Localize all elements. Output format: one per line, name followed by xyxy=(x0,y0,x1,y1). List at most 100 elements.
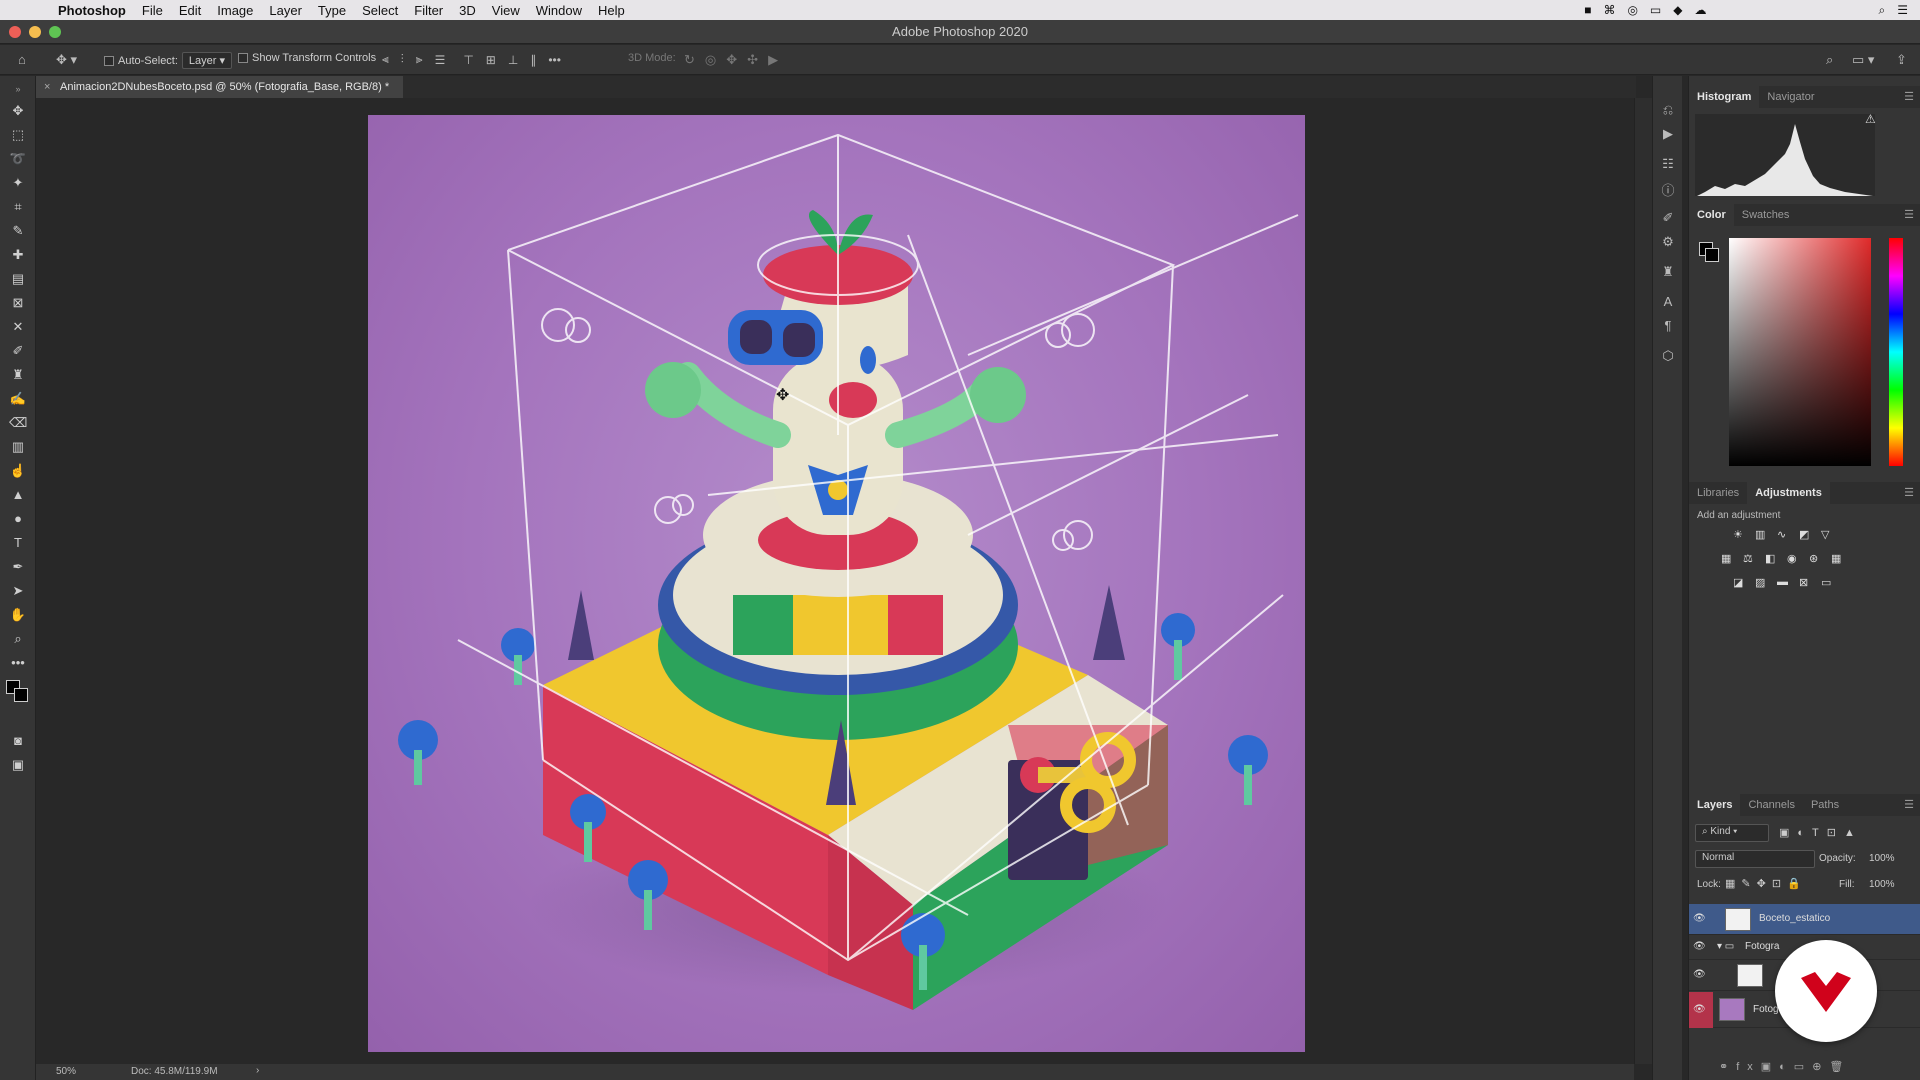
lock-icons[interactable]: ▦✎✥⊡🔒 xyxy=(1725,877,1807,890)
cloud-icon[interactable]: ☁ xyxy=(1695,3,1707,17)
3d-camera-icon[interactable]: ▶ xyxy=(768,52,778,68)
menu-edit[interactable]: Edit xyxy=(171,3,209,18)
tab-color[interactable]: Color xyxy=(1689,204,1734,226)
minimize-window-button[interactable] xyxy=(29,26,41,38)
dodge-tool-icon[interactable]: ● xyxy=(9,510,27,528)
info-panel-icon[interactable]: ⓘ xyxy=(1660,180,1676,198)
layer-row-boceto[interactable]: 👁 Boceto_estatico xyxy=(1689,904,1920,935)
photo-filter-icon[interactable]: ◉ xyxy=(1787,552,1801,565)
tab-histogram[interactable]: Histogram xyxy=(1689,86,1760,108)
share-icon[interactable]: ⇪ xyxy=(1896,52,1907,68)
sharpen-tool-icon[interactable]: ▲ xyxy=(9,486,27,504)
black-white-icon[interactable]: ◧ xyxy=(1765,552,1779,565)
visibility-eye-icon[interactable]: 👁 xyxy=(1693,913,1707,925)
clone-source-icon[interactable]: ♜ xyxy=(1660,264,1676,280)
quick-mask-icon[interactable]: ◙ xyxy=(9,732,27,750)
eraser-tool-icon[interactable]: ⌫ xyxy=(9,414,27,432)
align-center-icon[interactable]: ⫶ xyxy=(401,52,404,67)
patch-tool-icon[interactable]: ▤ xyxy=(9,270,27,288)
menu-filter[interactable]: Filter xyxy=(406,3,451,18)
search-icon[interactable]: ⌕ xyxy=(1826,52,1833,68)
menu-type[interactable]: Type xyxy=(310,3,354,18)
move-tool-preset-icon[interactable]: ✥ ▾ xyxy=(56,52,77,68)
more-options-icon[interactable]: ••• xyxy=(548,53,561,67)
crop-tool-icon[interactable]: ⌗ xyxy=(9,198,27,216)
tab-adjustments[interactable]: Adjustments xyxy=(1747,482,1830,504)
align-middle-icon[interactable]: ⊞ xyxy=(486,53,496,67)
brush-tool-icon[interactable]: ✐ xyxy=(9,342,27,360)
bg-color-chip[interactable] xyxy=(1705,248,1719,262)
creative-cloud-icon[interactable]: ◎ xyxy=(1627,3,1637,17)
keyboard-icon[interactable]: ⌘ xyxy=(1603,3,1615,17)
dropbox-icon[interactable]: ◆ xyxy=(1673,3,1682,17)
history-brush-icon[interactable]: ✍ xyxy=(9,390,27,408)
pen-tool-icon[interactable]: ✒ xyxy=(9,558,27,576)
eyedropper-tool-icon[interactable]: ✎ xyxy=(9,222,27,240)
display-icon[interactable]: ▭ xyxy=(1650,3,1661,17)
zoom-tool-icon[interactable]: ⌕ xyxy=(9,630,27,648)
zoom-level[interactable]: 50% xyxy=(56,1066,76,1077)
screen-mode-icon[interactable]: ▣ xyxy=(9,756,27,774)
close-tab-icon[interactable]: × xyxy=(44,76,50,98)
distribute-icon[interactable]: ☰ xyxy=(435,53,446,67)
color-lookup-icon[interactable]: ▦ xyxy=(1831,552,1845,565)
background-color-swatch[interactable] xyxy=(14,688,28,702)
menu-app-name[interactable]: Photoshop xyxy=(50,3,134,18)
more-tools-icon[interactable]: ••• xyxy=(9,654,27,672)
workspace-icon[interactable]: ▭ ▾ xyxy=(1852,52,1874,68)
auto-select-checkbox[interactable] xyxy=(104,55,114,66)
tab-channels[interactable]: Channels xyxy=(1740,794,1802,816)
close-window-button[interactable] xyxy=(9,26,21,38)
invert-icon[interactable]: ◪ xyxy=(1733,576,1747,589)
tab-swatches[interactable]: Swatches xyxy=(1734,204,1798,226)
threshold-icon[interactable]: ▬ xyxy=(1777,576,1791,588)
stamp-tool-icon[interactable]: ♜ xyxy=(9,366,27,384)
home-icon[interactable]: ⌂ xyxy=(18,52,26,67)
screen-record-icon[interactable]: ■ xyxy=(1584,3,1591,17)
align-left-icon[interactable]: ⫷ xyxy=(382,52,389,67)
levels-icon[interactable]: ▥ xyxy=(1755,528,1769,541)
menu-layer[interactable]: Layer xyxy=(261,3,310,18)
properties-panel-icon[interactable]: ☷ xyxy=(1660,156,1676,172)
hand-tool-icon[interactable]: ✋ xyxy=(9,606,27,624)
brush-settings-icon[interactable]: ✐ xyxy=(1660,210,1676,226)
healing-brush-icon[interactable]: ✚ xyxy=(9,246,27,264)
auto-select-dropdown[interactable]: Layer ▾ xyxy=(181,52,233,69)
lasso-tool-icon[interactable]: ➰ xyxy=(9,150,27,168)
magic-wand-tool-icon[interactable]: ✦ xyxy=(9,174,27,192)
tab-layers[interactable]: Layers xyxy=(1689,794,1741,816)
3d-pan-icon[interactable]: ✥ xyxy=(726,52,737,68)
tab-paths[interactable]: Paths xyxy=(1803,794,1847,816)
color-balance-icon[interactable]: ⚖ xyxy=(1743,552,1757,565)
blend-mode-dropdown[interactable]: Normal xyxy=(1695,850,1815,868)
layer-filter-icons[interactable]: ▣◐T⊡▲ xyxy=(1779,826,1863,839)
collapse-toolbar-icon[interactable]: » xyxy=(9,80,27,98)
character-panel-icon[interactable]: A xyxy=(1660,294,1676,310)
warning-icon[interactable]: ⚠ xyxy=(1865,112,1876,126)
canvas-area[interactable]: ✥ xyxy=(36,98,1634,1064)
menu-window[interactable]: Window xyxy=(528,3,590,18)
brushes-panel-icon[interactable]: ⚙ xyxy=(1660,234,1676,250)
menu-help[interactable]: Help xyxy=(590,3,633,18)
artwork-canvas[interactable]: ✥ xyxy=(368,115,1305,1052)
hue-slider[interactable] xyxy=(1889,238,1903,466)
show-transform-checkbox[interactable] xyxy=(238,53,248,63)
layer-actions[interactable]: ⚭fx▣◐▭⊕🗑 xyxy=(1719,1060,1851,1073)
3d-panel-icon[interactable]: ⬡ xyxy=(1660,348,1676,364)
3d-roll-icon[interactable]: ◎ xyxy=(705,52,716,68)
visibility-eye-icon[interactable]: 👁 xyxy=(1693,969,1707,981)
group-toggle-icon[interactable]: ▾ ▭ xyxy=(1717,941,1734,952)
3d-slide-icon[interactable]: ✣ xyxy=(747,52,758,68)
vibrance-icon[interactable]: ▽ xyxy=(1821,528,1835,541)
menu-3d[interactable]: 3D xyxy=(451,3,484,18)
menu-view[interactable]: View xyxy=(484,3,528,18)
exposure-icon[interactable]: ◩ xyxy=(1799,528,1813,541)
tab-libraries[interactable]: Libraries xyxy=(1689,482,1747,504)
visibility-eye-icon[interactable]: 👁 xyxy=(1693,941,1707,953)
selective-color-icon[interactable]: ⊠ xyxy=(1799,576,1813,589)
spotlight-search-icon[interactable]: ⌕ xyxy=(1879,3,1886,18)
move-tool-icon[interactable]: ✥ xyxy=(9,102,27,120)
menu-select[interactable]: Select xyxy=(354,3,406,18)
gradient-map-icon[interactable]: ▭ xyxy=(1821,576,1835,589)
adjustments-menu-icon[interactable]: ☰ xyxy=(1904,486,1914,499)
